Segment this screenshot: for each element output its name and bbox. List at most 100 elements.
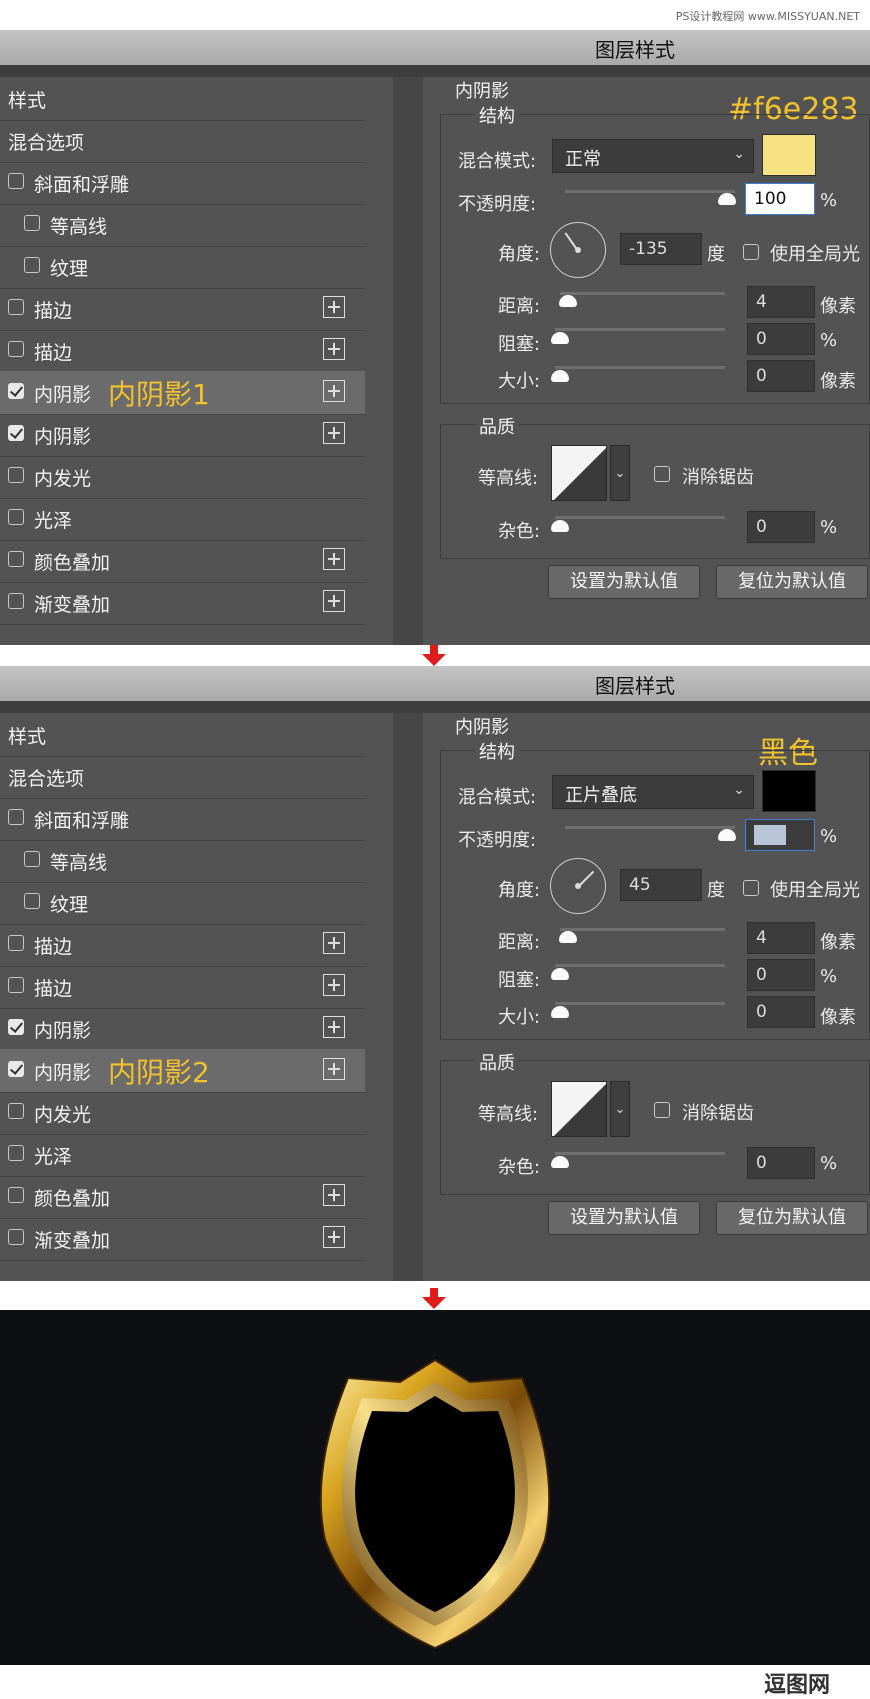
size-input[interactable]: 0 xyxy=(747,996,815,1028)
layer-style-item[interactable]: 描边 xyxy=(0,287,365,331)
layer-style-checkbox[interactable] xyxy=(24,851,40,867)
contour-preview[interactable] xyxy=(551,445,607,501)
layer-style-checkbox[interactable] xyxy=(8,509,24,525)
layer-style-item[interactable]: 内发光 xyxy=(0,1091,365,1135)
global-light-checkbox[interactable] xyxy=(743,244,759,260)
size-slider-track[interactable] xyxy=(555,1002,725,1005)
distance-slider-track[interactable] xyxy=(560,928,725,931)
distance-slider-track[interactable] xyxy=(560,292,725,295)
noise-input[interactable]: 0 xyxy=(747,1147,815,1179)
layer-style-item[interactable]: 内发光 xyxy=(0,455,365,499)
layer-style-item[interactable]: 等高线 xyxy=(0,203,365,247)
distance-input[interactable]: 4 xyxy=(747,922,815,954)
add-effect-icon[interactable] xyxy=(323,590,345,612)
layer-style-checkbox[interactable] xyxy=(24,257,40,273)
layer-style-item[interactable]: 样式 xyxy=(0,77,365,121)
layer-style-item[interactable]: 样式 xyxy=(0,713,365,757)
size-input[interactable]: 0 xyxy=(747,360,815,392)
contour-preview[interactable] xyxy=(551,1081,607,1137)
layer-style-checkbox[interactable] xyxy=(8,809,24,825)
antialias-checkbox[interactable] xyxy=(654,466,670,482)
add-effect-icon[interactable] xyxy=(323,296,345,318)
size-slider-track[interactable] xyxy=(555,366,725,369)
layer-style-item[interactable]: 内阴影 内阴影1 xyxy=(0,371,365,415)
layer-style-checkbox[interactable] xyxy=(8,977,24,993)
blend-mode-select[interactable]: 正常 ⌄ xyxy=(552,139,754,173)
add-effect-icon[interactable] xyxy=(323,1226,345,1248)
layer-style-item[interactable]: 颜色叠加 xyxy=(0,1175,365,1219)
layer-style-checkbox[interactable] xyxy=(8,551,24,567)
layer-style-checkbox[interactable] xyxy=(8,341,24,357)
blend-mode-select[interactable]: 正片叠底 ⌄ xyxy=(552,775,754,809)
layer-style-item[interactable]: 描边 xyxy=(0,329,365,373)
reset-default-button[interactable]: 复位为默认值 xyxy=(716,1201,868,1235)
layer-style-checkbox[interactable] xyxy=(8,383,24,399)
scrollbar[interactable] xyxy=(393,713,423,1281)
add-effect-icon[interactable] xyxy=(323,422,345,444)
noise-input[interactable]: 0 xyxy=(747,511,815,543)
choke-input[interactable]: 0 xyxy=(747,959,815,991)
add-effect-icon[interactable] xyxy=(323,974,345,996)
layer-style-item[interactable]: 斜面和浮雕 xyxy=(0,161,365,205)
layer-style-checkbox[interactable] xyxy=(8,173,24,189)
layer-style-item[interactable]: 光泽 xyxy=(0,497,365,541)
layer-style-checkbox[interactable] xyxy=(8,1187,24,1203)
choke-slider-track[interactable] xyxy=(555,328,725,331)
noise-slider-track[interactable] xyxy=(555,516,725,519)
layer-style-item[interactable]: 等高线 xyxy=(0,839,365,883)
scrollbar[interactable] xyxy=(393,77,423,645)
layer-style-item[interactable]: 内阴影 xyxy=(0,1007,365,1051)
angle-input[interactable]: 45 xyxy=(620,869,702,901)
shadow-color-swatch[interactable] xyxy=(762,134,816,176)
layer-style-item[interactable]: 混合选项 xyxy=(0,755,365,799)
global-light-checkbox[interactable] xyxy=(743,880,759,896)
layer-style-checkbox[interactable] xyxy=(8,1019,24,1035)
layer-style-item[interactable]: 渐变叠加 xyxy=(0,1217,365,1261)
layer-style-item[interactable]: 纹理 xyxy=(0,881,365,925)
add-effect-icon[interactable] xyxy=(323,548,345,570)
layer-style-item[interactable]: 渐变叠加 xyxy=(0,581,365,625)
add-effect-icon[interactable] xyxy=(323,932,345,954)
add-effect-icon[interactable] xyxy=(323,1184,345,1206)
layer-style-checkbox[interactable] xyxy=(8,935,24,951)
layer-style-checkbox[interactable] xyxy=(8,425,24,441)
layer-style-checkbox[interactable] xyxy=(8,1061,24,1077)
angle-input[interactable]: -135 xyxy=(620,233,702,265)
contour-dropdown-button[interactable]: ⌄ xyxy=(610,445,630,501)
layer-style-item[interactable]: 内阴影 内阴影2 xyxy=(0,1049,365,1093)
layer-style-checkbox[interactable] xyxy=(8,1103,24,1119)
opacity-input[interactable]: 100 xyxy=(745,819,815,851)
layer-style-item[interactable]: 斜面和浮雕 xyxy=(0,797,365,841)
choke-slider-track[interactable] xyxy=(555,964,725,967)
layer-style-item[interactable]: 混合选项 xyxy=(0,119,365,163)
shadow-color-swatch[interactable] xyxy=(762,770,816,812)
layer-style-checkbox[interactable] xyxy=(8,467,24,483)
layer-style-checkbox[interactable] xyxy=(8,593,24,609)
noise-slider-track[interactable] xyxy=(555,1152,725,1155)
layer-style-checkbox[interactable] xyxy=(24,215,40,231)
layer-style-item[interactable]: 描边 xyxy=(0,923,365,967)
opacity-input[interactable]: 100 xyxy=(745,183,815,215)
set-default-button[interactable]: 设置为默认值 xyxy=(548,565,700,599)
layer-style-checkbox[interactable] xyxy=(8,299,24,315)
contour-dropdown-button[interactable]: ⌄ xyxy=(610,1081,630,1137)
antialias-checkbox[interactable] xyxy=(654,1102,670,1118)
angle-dial[interactable] xyxy=(550,858,606,914)
layer-style-checkbox[interactable] xyxy=(8,1229,24,1245)
add-effect-icon[interactable] xyxy=(323,1016,345,1038)
add-effect-icon[interactable] xyxy=(323,1058,345,1080)
layer-style-item[interactable]: 内阴影 xyxy=(0,413,365,457)
opacity-slider-track[interactable] xyxy=(565,190,735,193)
layer-style-item[interactable]: 颜色叠加 xyxy=(0,539,365,583)
choke-input[interactable]: 0 xyxy=(747,323,815,355)
add-effect-icon[interactable] xyxy=(323,338,345,360)
reset-default-button[interactable]: 复位为默认值 xyxy=(716,565,868,599)
layer-style-item[interactable]: 描边 xyxy=(0,965,365,1009)
add-effect-icon[interactable] xyxy=(323,380,345,402)
set-default-button[interactable]: 设置为默认值 xyxy=(548,1201,700,1235)
layer-style-checkbox[interactable] xyxy=(8,1145,24,1161)
layer-style-checkbox[interactable] xyxy=(24,893,40,909)
layer-style-item[interactable]: 纹理 xyxy=(0,245,365,289)
layer-style-item[interactable]: 光泽 xyxy=(0,1133,365,1177)
distance-input[interactable]: 4 xyxy=(747,286,815,318)
